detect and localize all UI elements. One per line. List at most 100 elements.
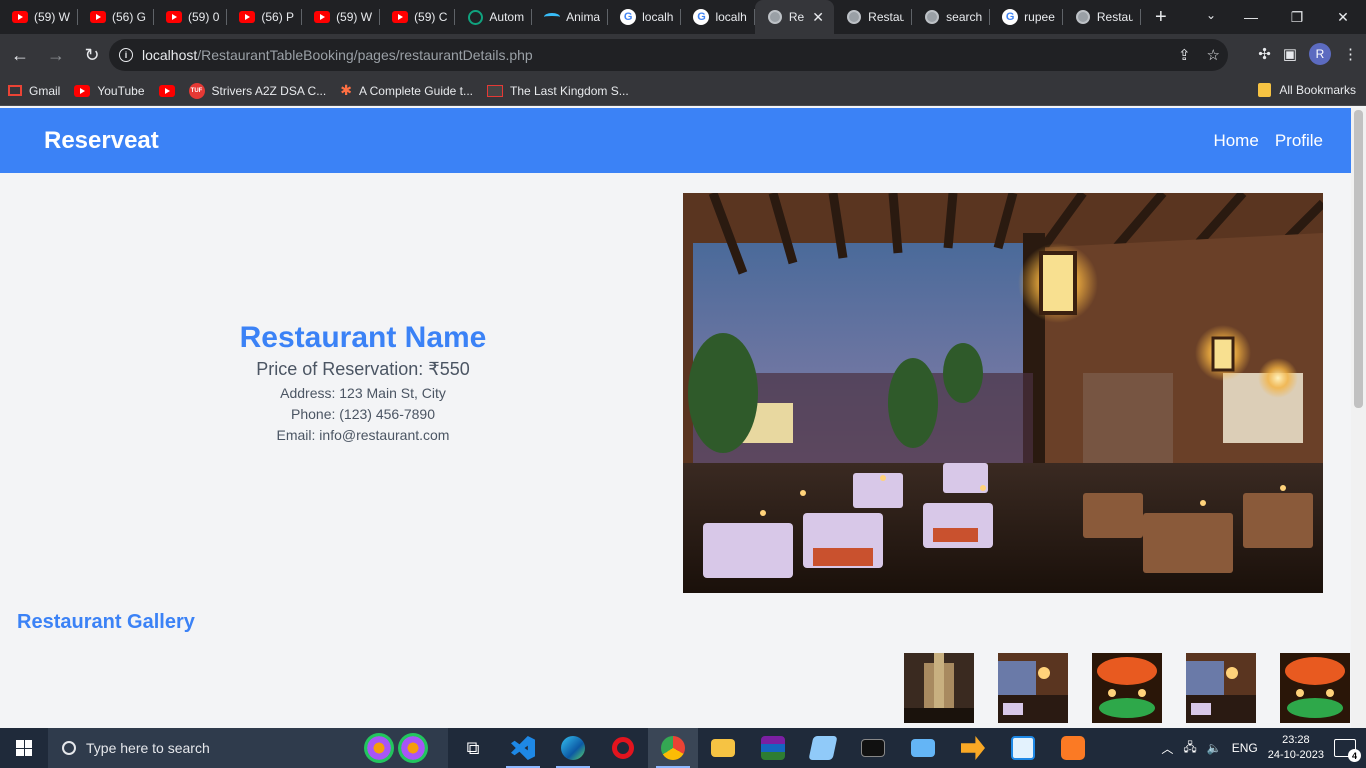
- minimize-icon[interactable]: —: [1228, 9, 1274, 25]
- globe-icon: [1075, 9, 1091, 25]
- tv-icon: [487, 84, 503, 97]
- site-brand[interactable]: Reserveat: [44, 127, 159, 155]
- windows-logo-icon: [16, 740, 32, 756]
- browser-tab[interactable]: Restau: [1063, 0, 1141, 34]
- notes-app-icon[interactable]: [798, 728, 848, 768]
- gallery-thumbnail[interactable]: [1092, 653, 1162, 723]
- globe-icon: [846, 9, 862, 25]
- bookmark-youtube-2[interactable]: [158, 84, 175, 97]
- gallery-thumbnail[interactable]: [904, 653, 974, 723]
- youtube-icon: [239, 9, 256, 25]
- vscode-icon[interactable]: [498, 728, 548, 768]
- folder-icon: [1258, 83, 1272, 97]
- profile-avatar[interactable]: R: [1309, 43, 1331, 65]
- browser-tab[interactable]: Grupee: [990, 0, 1063, 34]
- youtube-icon: [158, 84, 175, 97]
- bookmark-complete-guide[interactable]: ✱ A Complete Guide t...: [340, 82, 473, 99]
- close-window-icon[interactable]: ✕: [1320, 9, 1366, 26]
- youtube-icon: [314, 9, 331, 25]
- youtube-icon: [90, 9, 106, 25]
- browser-menu-icon[interactable]: ⋮: [1343, 45, 1358, 63]
- browser-tab[interactable]: (59) 0: [154, 0, 228, 34]
- browser-tab[interactable]: search: [912, 0, 991, 34]
- browser-tab-strip: (59) W (56) G (59) 0 (56) P (59) W (59) …: [0, 0, 1366, 34]
- scrollbar-thumb[interactable]: [1354, 110, 1363, 408]
- forward-arrow-icon[interactable]: →: [40, 45, 72, 66]
- restaurant-main-image: [683, 193, 1323, 593]
- show-hidden-icons-chevron-icon[interactable]: ︿: [1161, 740, 1173, 757]
- browser-toolbar: ← → ↻ i localhost/RestaurantTableBooking…: [0, 34, 1366, 76]
- browser-tab[interactable]: Autom: [455, 0, 532, 34]
- bookmark-strivers[interactable]: TUF Strivers A2Z DSA C...: [188, 82, 326, 99]
- globe-icon: [767, 9, 783, 25]
- site-navbar: Reserveat Home Profile: [0, 108, 1351, 173]
- taskbar-search[interactable]: Type here to search: [48, 728, 448, 768]
- bookmark-last-kingdom[interactable]: The Last Kingdom S...: [487, 84, 629, 98]
- google-icon: G: [1002, 9, 1019, 25]
- winrar-icon[interactable]: [748, 728, 798, 768]
- browser-tab[interactable]: Glocalh: [608, 0, 682, 34]
- restaurant-info: Restaurant Name Price of Reservation: ₹5…: [0, 321, 726, 443]
- notification-center-icon[interactable]: 4: [1334, 739, 1361, 762]
- gallery-thumbnails: [904, 653, 1350, 723]
- browser-tab[interactable]: (56) P: [227, 0, 302, 34]
- browser-tab[interactable]: Anima: [532, 0, 609, 34]
- xampp-icon[interactable]: [1048, 728, 1098, 768]
- new-tab-button[interactable]: +: [1147, 6, 1175, 29]
- app-installer-icon[interactable]: [948, 728, 998, 768]
- taskbar-clock[interactable]: 23:28 24-10-2023: [1268, 733, 1324, 763]
- gallery-thumbnail[interactable]: [1186, 653, 1256, 723]
- opera-icon[interactable]: [598, 728, 648, 768]
- page-viewport: Reserveat Home Profile Restaurant Name P…: [0, 108, 1351, 728]
- gallery-thumbnail[interactable]: [1280, 653, 1350, 723]
- network-icon[interactable]: 🖧: [1183, 738, 1196, 759]
- language-indicator[interactable]: ENG: [1232, 741, 1258, 755]
- youtube-icon: [74, 84, 91, 97]
- tab-search-chevron-icon[interactable]: ⌄: [1206, 8, 1216, 22]
- restaurant-phone: Phone: (123) 456-7890: [291, 406, 435, 422]
- browser-tab-active[interactable]: Re ✕: [754, 0, 835, 34]
- globe-icon: [924, 9, 940, 25]
- url-text[interactable]: localhost/RestaurantTableBooking/pages/r…: [142, 47, 533, 63]
- search-highlight-icon: [364, 733, 428, 763]
- restaurant-address: Address: 123 Main St, City: [280, 385, 446, 401]
- start-button[interactable]: [0, 728, 48, 768]
- bookmark-gmail[interactable]: Gmail: [8, 84, 60, 98]
- browser-tab[interactable]: (59) W: [0, 0, 78, 34]
- volume-icon[interactable]: 🔈: [1207, 741, 1222, 755]
- site-info-icon[interactable]: i: [119, 48, 133, 62]
- control-panel-icon[interactable]: [898, 728, 948, 768]
- reload-icon[interactable]: ↻: [76, 45, 108, 66]
- browser-tab[interactable]: Glocalh: [681, 0, 755, 34]
- chatgpt-icon: [467, 9, 483, 25]
- extensions-puzzle-icon[interactable]: ✣: [1258, 45, 1271, 63]
- edge-icon[interactable]: [548, 728, 598, 768]
- browser-tab[interactable]: (59) W: [302, 0, 381, 34]
- nav-link-home[interactable]: Home: [1213, 131, 1258, 151]
- bookmark-youtube[interactable]: YouTube: [74, 84, 145, 98]
- restaurant-name: Restaurant Name: [239, 321, 487, 354]
- terminal-icon[interactable]: [848, 728, 898, 768]
- mysql-workbench-icon[interactable]: [998, 728, 1048, 768]
- share-icon[interactable]: ⇪: [1178, 46, 1191, 64]
- browser-tab[interactable]: Restau: [834, 0, 913, 34]
- restaurant-email: Email: info@restaurant.com: [276, 427, 450, 443]
- restore-icon[interactable]: ❐: [1274, 9, 1320, 26]
- tailwind-icon: [544, 9, 561, 25]
- gallery-thumbnail[interactable]: [998, 653, 1068, 723]
- browser-tab[interactable]: (59) C: [380, 0, 456, 34]
- gallery-title: Restaurant Gallery: [17, 611, 195, 633]
- close-tab-icon[interactable]: ✕: [810, 9, 826, 26]
- page-scrollbar[interactable]: [1351, 108, 1366, 728]
- task-view-icon[interactable]: ⧉: [448, 728, 498, 768]
- all-bookmarks-button[interactable]: All Bookmarks: [1258, 83, 1356, 97]
- file-explorer-icon[interactable]: [698, 728, 748, 768]
- bookmark-star-icon[interactable]: ☆: [1207, 46, 1220, 64]
- nav-link-profile[interactable]: Profile: [1275, 131, 1323, 151]
- browser-tab[interactable]: (56) G: [78, 0, 155, 34]
- reservation-price: Price of Reservation: ₹550: [256, 359, 470, 379]
- side-panel-icon[interactable]: ▣: [1283, 45, 1297, 63]
- address-bar[interactable]: i localhost/RestaurantTableBooking/pages…: [109, 39, 1228, 71]
- chrome-icon[interactable]: [648, 728, 698, 768]
- back-arrow-icon[interactable]: ←: [4, 45, 36, 66]
